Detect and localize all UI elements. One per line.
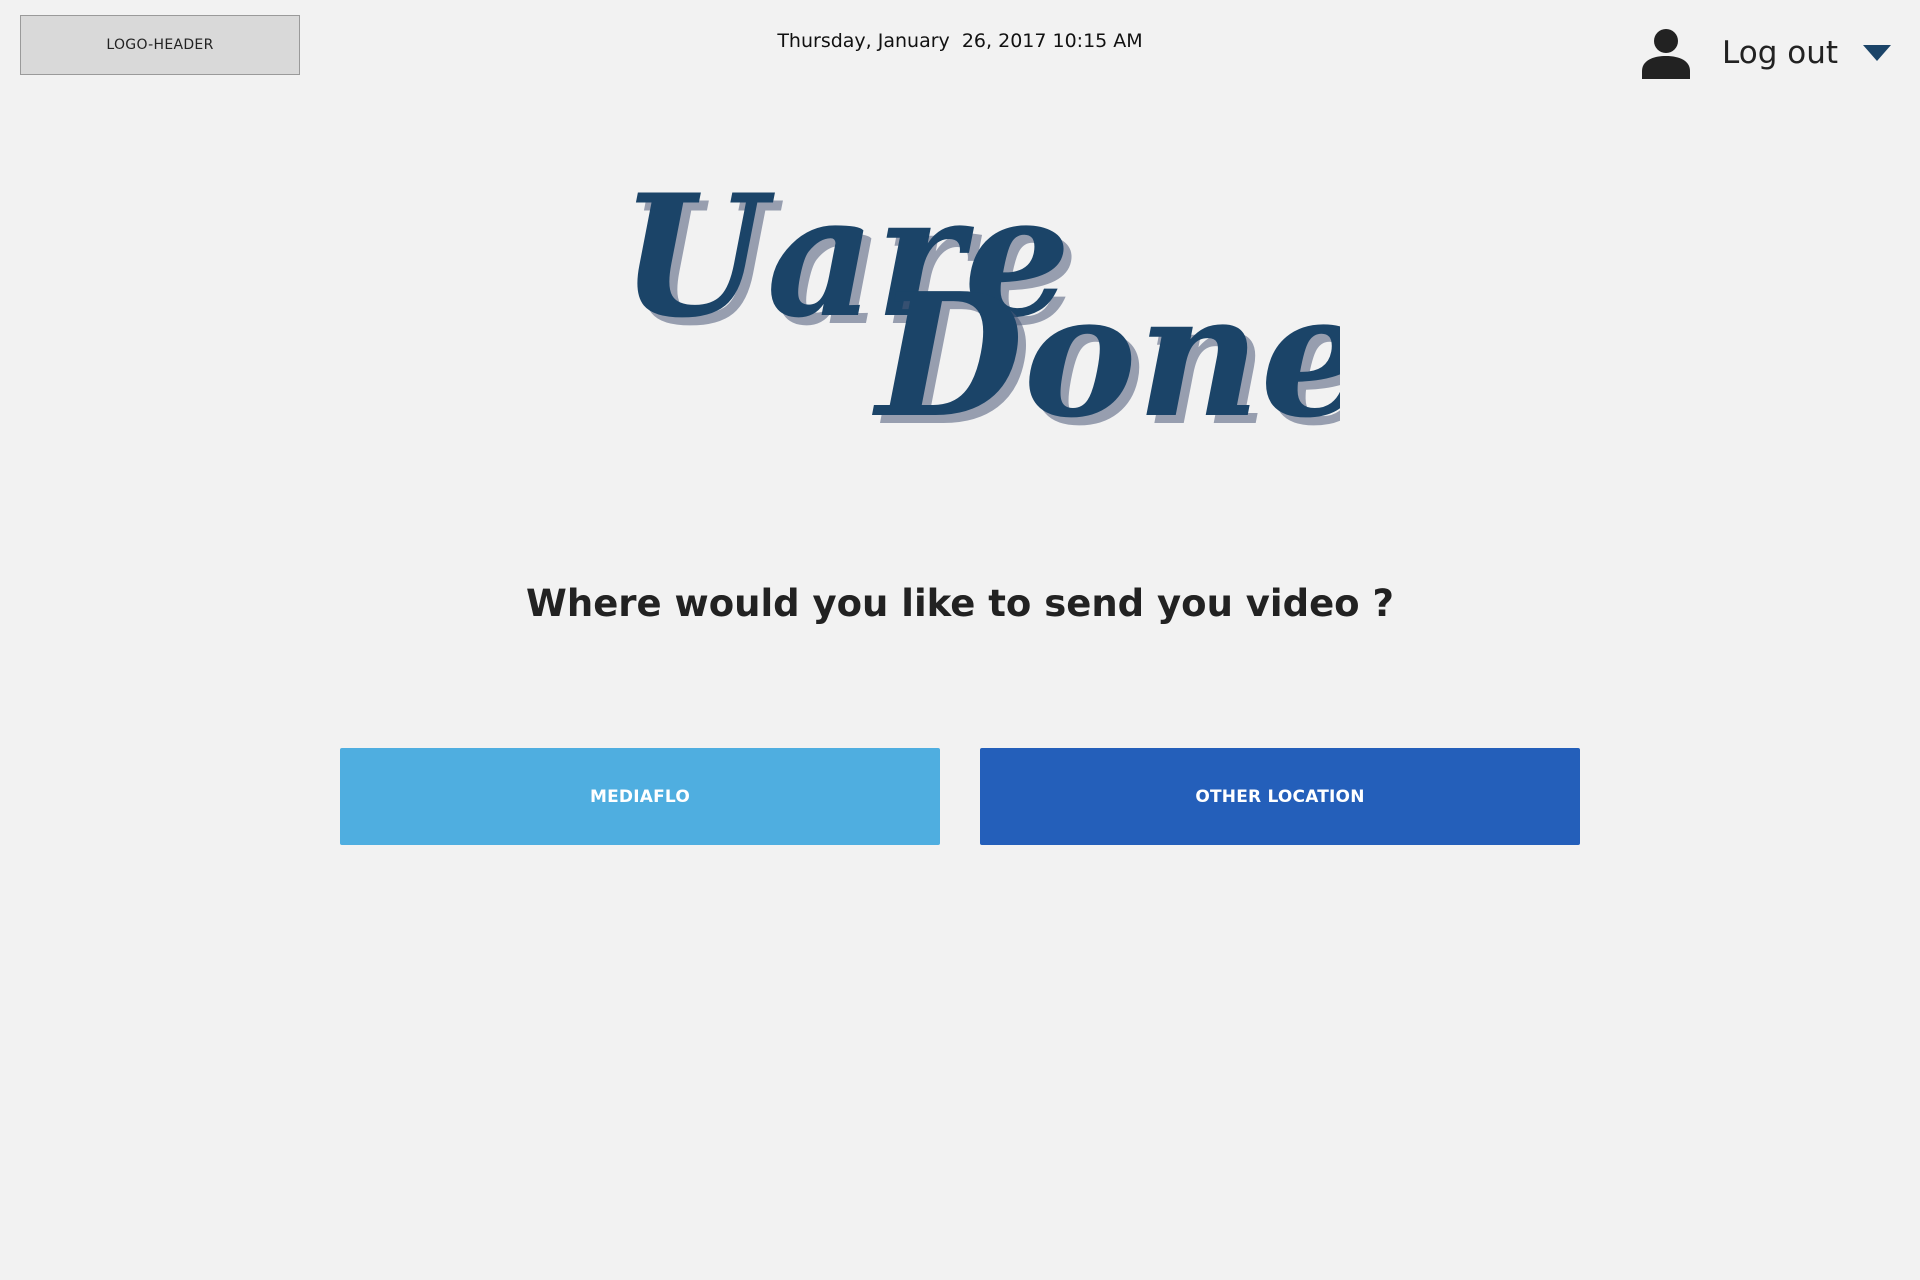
hero-title-line-2: Done bbox=[872, 256, 1340, 445]
other-location-button-label: OTHER LOCATION bbox=[1195, 786, 1365, 807]
mediaflo-button-label: MEDIAFLO bbox=[589, 786, 690, 807]
destination-question: Where would you like to send you video ? bbox=[526, 582, 1394, 625]
mediaflo-button[interactable]: MEDIAFLO bbox=[340, 748, 940, 845]
other-location-button[interactable]: OTHER LOCATION bbox=[980, 748, 1580, 845]
caret-down-icon[interactable] bbox=[1863, 45, 1891, 61]
user-menu[interactable]: Log out bbox=[1640, 18, 1891, 88]
user-icon bbox=[1642, 29, 1690, 79]
logout-label[interactable]: Log out bbox=[1722, 35, 1838, 71]
hero-title: Uare Uare Done Done bbox=[620, 165, 1340, 445]
datetime: Thursday, January 26, 2017 10:15 AM bbox=[777, 30, 1143, 52]
